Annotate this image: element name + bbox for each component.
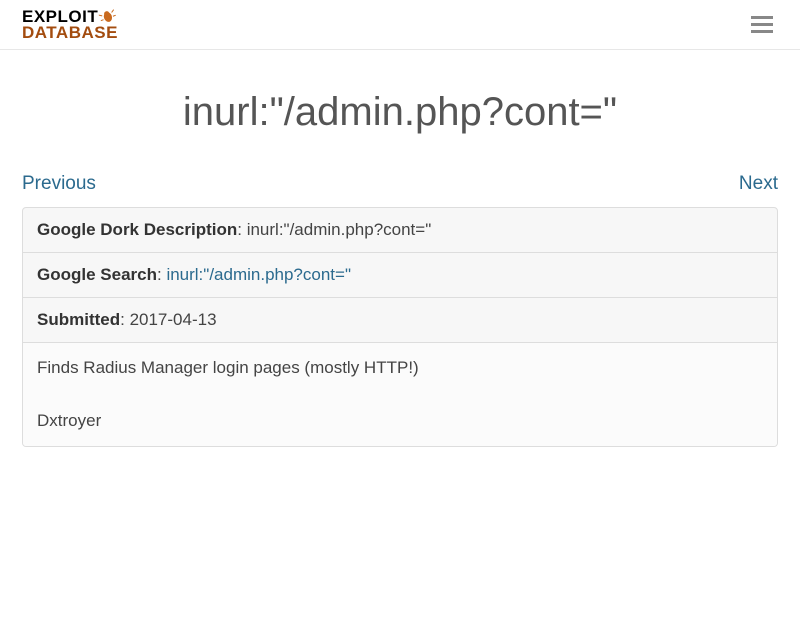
- previous-link[interactable]: Previous: [22, 173, 96, 195]
- google-search-link[interactable]: inurl:"/admin.php?cont=": [166, 265, 351, 284]
- submitted-value: 2017-04-13: [130, 310, 217, 329]
- search-label: Google Search: [37, 265, 157, 284]
- pagination-nav: Previous Next: [22, 173, 778, 195]
- submitted-label: Submitted: [37, 310, 120, 329]
- details-card: Google Dork Description: inurl:"/admin.p…: [22, 207, 778, 447]
- description-label: Google Dork Description: [37, 220, 237, 239]
- body-content: Finds Radius Manager login pages (mostly…: [23, 343, 777, 446]
- page-title: inurl:"/admin.php?cont=": [22, 90, 778, 135]
- description-row: Google Dork Description: inurl:"/admin.p…: [23, 208, 777, 253]
- description-value: inurl:"/admin.php?cont=": [247, 220, 432, 239]
- main-container: inurl:"/admin.php?cont=" Previous Next G…: [0, 90, 800, 447]
- logo-text-bottom: DATABASE: [22, 26, 118, 40]
- menu-toggle-button[interactable]: [746, 11, 778, 38]
- search-row: Google Search: inurl:"/admin.php?cont=": [23, 253, 777, 298]
- hamburger-icon: [751, 16, 773, 19]
- site-logo[interactable]: EXPLOIT DATABASE: [22, 9, 118, 40]
- next-link[interactable]: Next: [739, 173, 778, 195]
- navbar: EXPLOIT DATABASE: [0, 0, 800, 50]
- submitted-row: Submitted: 2017-04-13: [23, 298, 777, 343]
